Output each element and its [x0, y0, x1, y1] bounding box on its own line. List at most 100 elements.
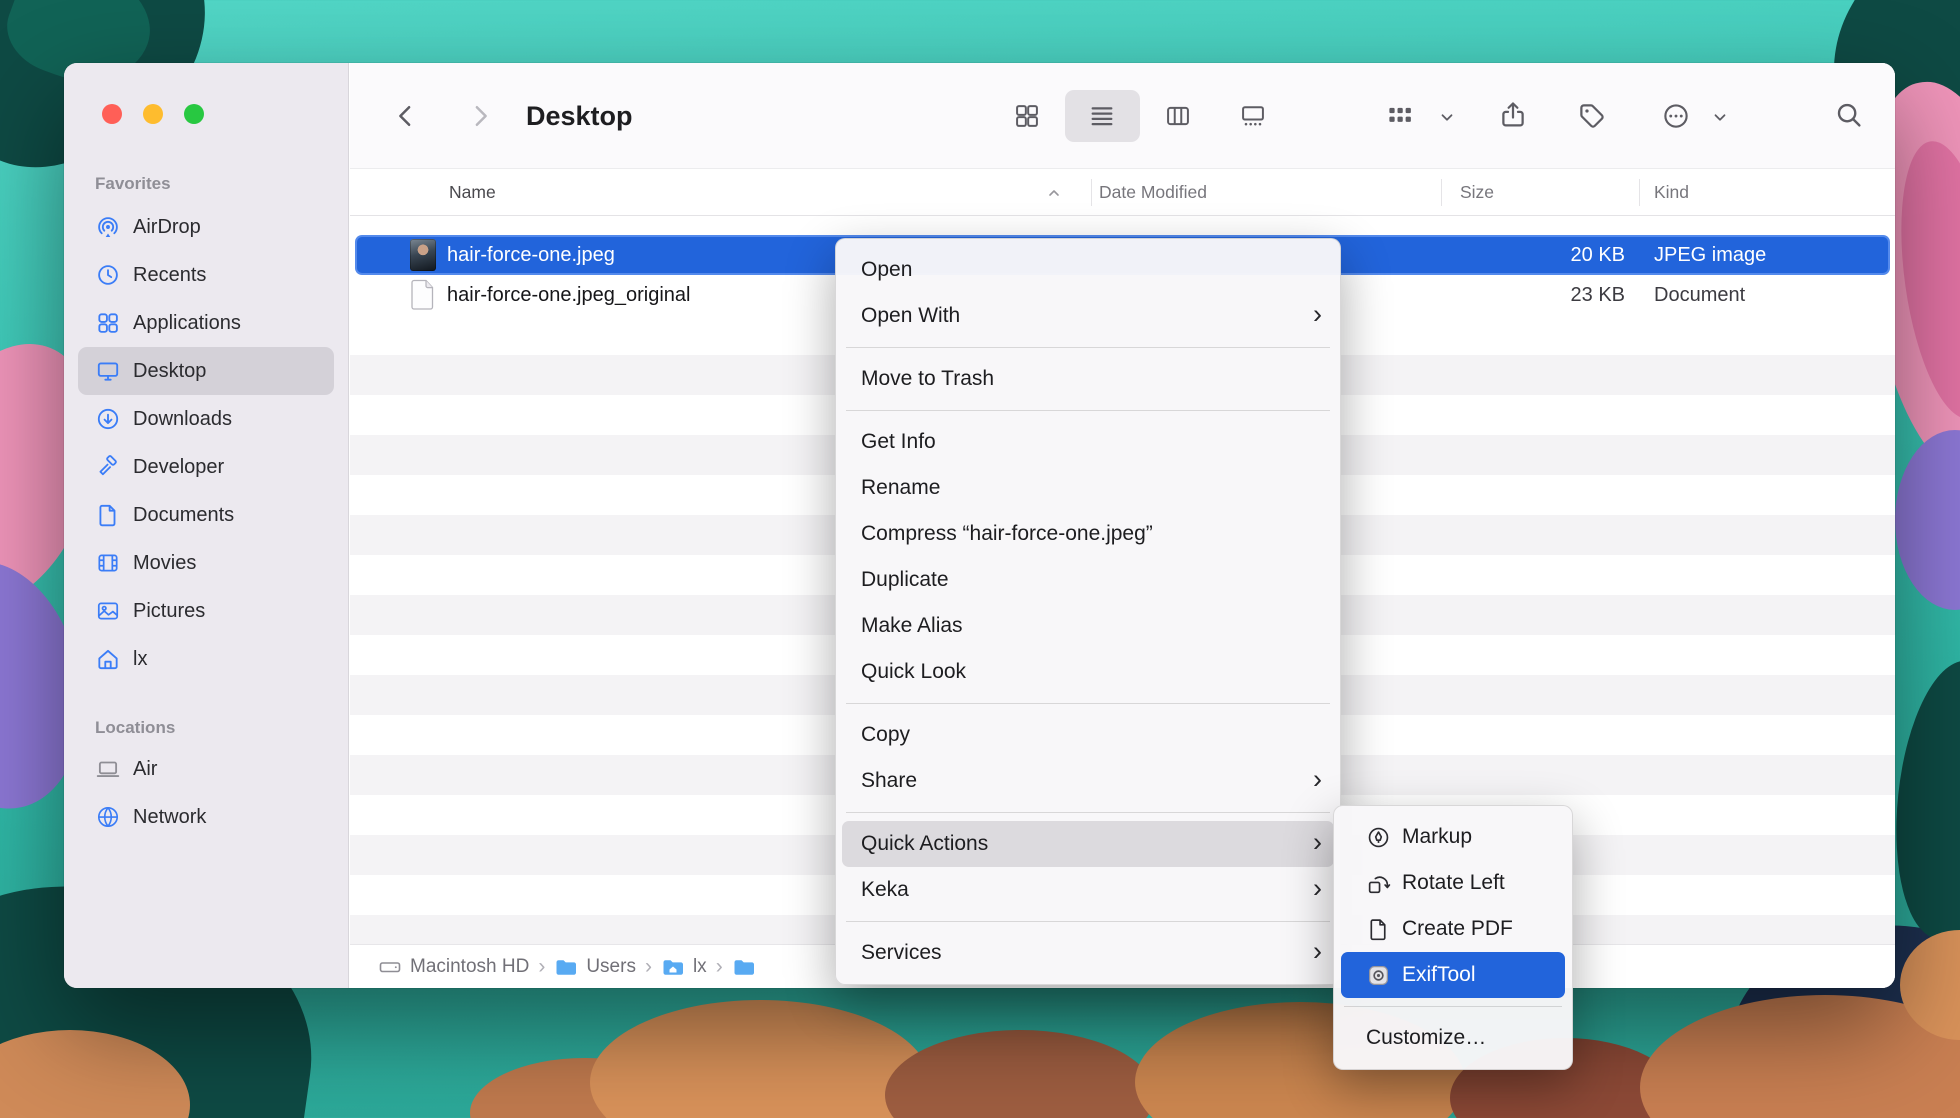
context-menu: Open Open With› Move to Trash Get Info R…: [835, 238, 1341, 985]
submenu-item-customize[interactable]: Customize…: [1334, 1015, 1572, 1061]
path-item-lx[interactable]: lx: [661, 955, 707, 979]
home-folder-icon: [661, 955, 685, 979]
path-chevron-icon: ›: [645, 955, 652, 979]
menu-separator: [846, 812, 1330, 813]
column-divider[interactable]: [1441, 179, 1442, 206]
list-view-button[interactable]: [1065, 90, 1141, 142]
menu-item-move-to-trash[interactable]: Move to Trash: [836, 356, 1340, 402]
column-header-kind[interactable]: Kind: [1654, 169, 1689, 216]
menu-item-services[interactable]: Services›: [836, 930, 1340, 976]
sidebar-item-label: lx: [133, 648, 147, 671]
more-actions-button[interactable]: [1661, 101, 1691, 131]
tags-button[interactable]: [1577, 101, 1607, 131]
document-file-icon: [410, 279, 436, 311]
menu-item-label: Get Info: [861, 430, 936, 454]
back-button[interactable]: [391, 101, 421, 131]
folder-icon: [732, 955, 756, 979]
icon-view-icon: [1013, 102, 1041, 130]
desktop-icon: [95, 358, 121, 384]
column-divider[interactable]: [1091, 179, 1092, 206]
path-item-users[interactable]: Users: [554, 955, 636, 979]
downloads-icon: [95, 406, 121, 432]
icon-view-button[interactable]: [989, 90, 1065, 142]
menu-item-label: Quick Look: [861, 660, 966, 684]
group-by-icon: [1385, 101, 1415, 131]
menu-item-copy[interactable]: Copy: [836, 712, 1340, 758]
menu-item-label: Quick Actions: [861, 832, 988, 856]
markup-icon: [1366, 825, 1391, 850]
file-kind: JPEG image: [1654, 235, 1766, 275]
close-button[interactable]: [102, 104, 122, 124]
submenu-item-markup[interactable]: Markup: [1334, 814, 1572, 860]
menu-item-compress[interactable]: Compress “hair-force-one.jpeg”: [836, 511, 1340, 557]
sidebar-item-downloads[interactable]: Downloads: [78, 395, 334, 443]
sidebar-item-label: Movies: [133, 552, 196, 575]
create-pdf-icon: [1366, 917, 1391, 942]
menu-item-rename[interactable]: Rename: [836, 465, 1340, 511]
menu-item-make-alias[interactable]: Make Alias: [836, 603, 1340, 649]
path-item-folder[interactable]: [732, 955, 764, 979]
sidebar-item-movies[interactable]: Movies: [78, 539, 334, 587]
file-name: hair-force-one.jpeg: [447, 235, 615, 275]
toolbar: Desktop: [350, 63, 1895, 169]
airdrop-icon: [95, 214, 121, 240]
column-header-name[interactable]: Name: [449, 169, 496, 216]
group-by-chevron-icon[interactable]: [1438, 108, 1456, 126]
column-view-button[interactable]: [1140, 90, 1216, 142]
forward-chevron-icon: [465, 101, 495, 131]
folder-icon: [554, 955, 578, 979]
minimize-button[interactable]: [143, 104, 163, 124]
sidebar-section-locations: Locations: [95, 715, 348, 741]
sidebar-item-network[interactable]: Network: [78, 793, 334, 841]
sidebar-item-lx-home[interactable]: lx: [78, 635, 334, 683]
menu-item-get-info[interactable]: Get Info: [836, 419, 1340, 465]
sidebar-item-desktop[interactable]: Desktop: [78, 347, 334, 395]
sidebar-item-label: Recents: [133, 264, 206, 287]
sidebar-section-favorites: Favorites: [95, 171, 348, 197]
more-actions-chevron-icon[interactable]: [1711, 108, 1729, 126]
sidebar-item-recents[interactable]: Recents: [78, 251, 334, 299]
menu-item-open[interactable]: Open: [836, 247, 1340, 293]
menu-item-keka[interactable]: Keka›: [836, 867, 1340, 913]
forward-button[interactable]: [465, 101, 495, 131]
column-header-date-modified[interactable]: Date Modified: [1099, 169, 1207, 216]
sidebar-item-applications[interactable]: Applications: [78, 299, 334, 347]
zoom-button[interactable]: [184, 104, 204, 124]
menu-item-quick-look[interactable]: Quick Look: [836, 649, 1340, 695]
menu-item-quick-actions[interactable]: Quick Actions›: [842, 821, 1334, 867]
wallpaper-shape: [885, 1030, 1155, 1118]
submenu-item-label: Markup: [1402, 825, 1472, 849]
sidebar-item-pictures[interactable]: Pictures: [78, 587, 334, 635]
sidebar-item-developer[interactable]: Developer: [78, 443, 334, 491]
column-divider[interactable]: [1639, 179, 1640, 206]
exiftool-icon: [1366, 963, 1391, 988]
search-icon: [1834, 100, 1864, 130]
gallery-view-button[interactable]: [1216, 90, 1292, 142]
column-header-size[interactable]: Size: [1460, 169, 1494, 216]
menu-separator: [846, 347, 1330, 348]
sidebar-item-label: Network: [133, 806, 206, 829]
home-icon: [95, 646, 121, 672]
sidebar-item-airdrop[interactable]: AirDrop: [78, 203, 334, 251]
submenu-item-rotate-left[interactable]: Rotate Left: [1334, 860, 1572, 906]
sidebar-item-air[interactable]: Air: [78, 745, 334, 793]
menu-item-share[interactable]: Share›: [836, 758, 1340, 804]
menu-item-label: Compress “hair-force-one.jpeg”: [861, 522, 1153, 546]
laptop-icon: [95, 756, 121, 782]
menu-separator: [846, 921, 1330, 922]
path-item-macintosh-hd[interactable]: Macintosh HD: [378, 955, 529, 979]
globe-icon: [95, 804, 121, 830]
share-button[interactable]: [1498, 99, 1528, 131]
sort-ascending-icon[interactable]: [1046, 185, 1062, 201]
column-view-icon: [1164, 102, 1192, 130]
submenu-item-exiftool[interactable]: ExifTool: [1341, 952, 1565, 998]
menu-item-open-with[interactable]: Open With›: [836, 293, 1340, 339]
search-button[interactable]: [1834, 100, 1864, 130]
submenu-item-create-pdf[interactable]: Create PDF: [1334, 906, 1572, 952]
group-by-button[interactable]: [1385, 101, 1415, 131]
menu-item-duplicate[interactable]: Duplicate: [836, 557, 1340, 603]
file-name: hair-force-one.jpeg_original: [447, 275, 690, 315]
sidebar-item-documents[interactable]: Documents: [78, 491, 334, 539]
path-item-label: lx: [693, 956, 707, 978]
quick-actions-submenu: Markup Rotate Left Create PDF ExifTool C…: [1333, 805, 1573, 1070]
